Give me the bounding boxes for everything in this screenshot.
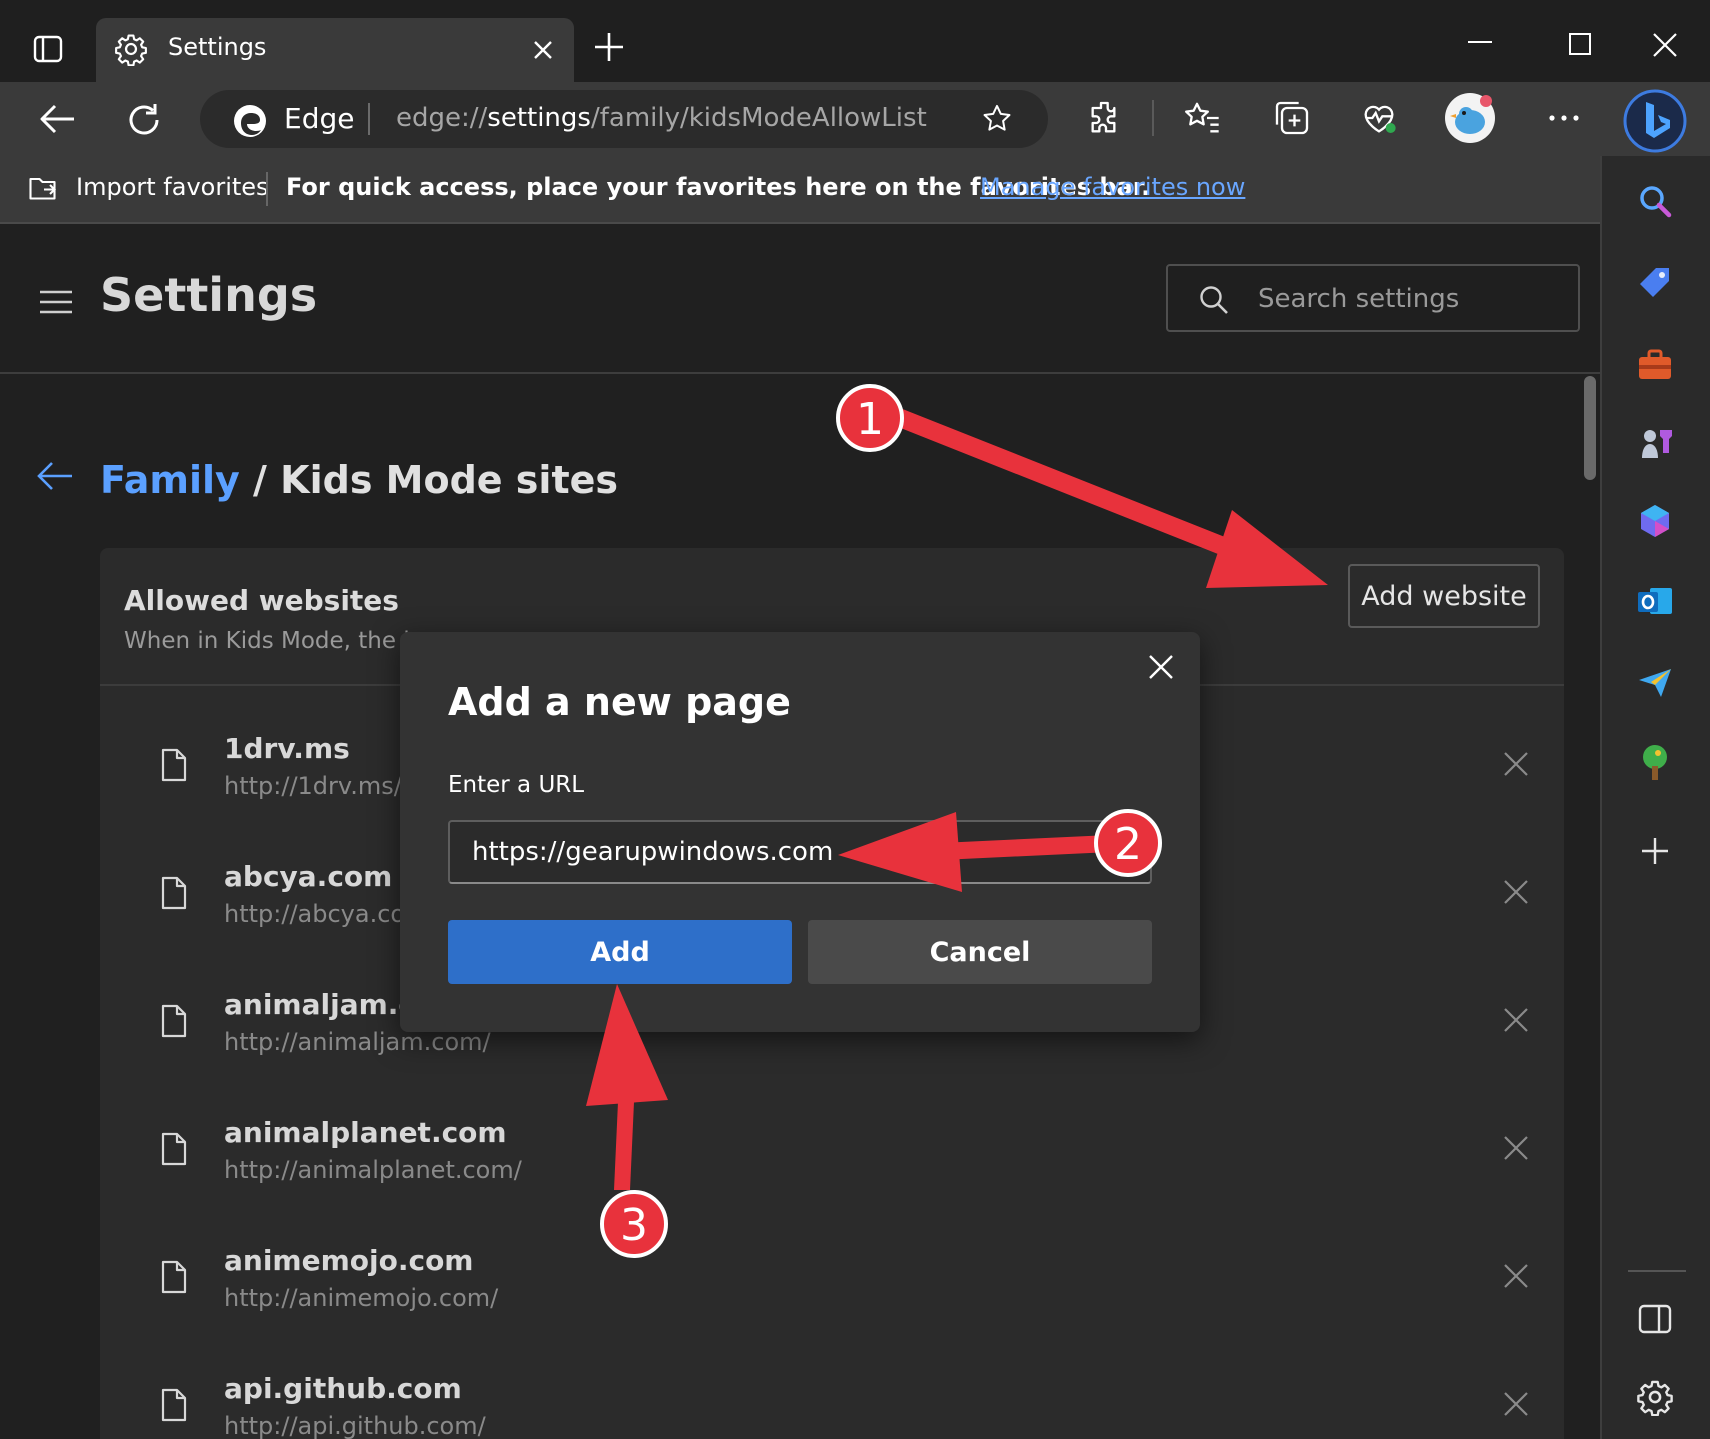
site-name: abcya.com bbox=[224, 860, 393, 893]
favorite-star-icon[interactable] bbox=[980, 102, 1014, 136]
search-icon[interactable] bbox=[1636, 182, 1674, 220]
annotation-step-1: 1 bbox=[836, 384, 904, 452]
hide-sidebar-icon[interactable] bbox=[1636, 1300, 1674, 1338]
outlook-icon[interactable] bbox=[1636, 582, 1674, 620]
settings-header: Settings Search settings bbox=[0, 224, 1600, 374]
remove-site-icon[interactable] bbox=[1502, 1134, 1530, 1162]
remove-site-icon[interactable] bbox=[1502, 1006, 1530, 1034]
file-icon bbox=[161, 876, 187, 910]
file-icon bbox=[161, 1388, 187, 1422]
maximize-icon[interactable] bbox=[1560, 30, 1596, 66]
site-row: animalplanet.com http://animalplanet.com/ bbox=[100, 1094, 1564, 1222]
scrollbar-thumb[interactable] bbox=[1584, 376, 1596, 480]
browser-essentials-icon[interactable] bbox=[1358, 98, 1400, 138]
allowed-websites-title: Allowed websites bbox=[124, 584, 399, 617]
breadcrumb-family-link[interactable]: Family bbox=[100, 458, 240, 502]
minimize-icon[interactable] bbox=[1462, 30, 1498, 66]
url-prefix: edge:// bbox=[396, 103, 488, 133]
gear-icon bbox=[115, 34, 147, 66]
remove-site-icon[interactable] bbox=[1502, 878, 1530, 906]
add-sidebar-app-icon[interactable] bbox=[1636, 832, 1674, 870]
toolbar-separator bbox=[1152, 100, 1154, 136]
annotation-arrow-1-shaft bbox=[873, 402, 1240, 558]
search-icon bbox=[1200, 286, 1228, 314]
site-name: animemojo.com bbox=[224, 1244, 474, 1277]
cancel-button[interactable]: Cancel bbox=[808, 920, 1152, 984]
file-icon bbox=[161, 1132, 187, 1166]
breadcrumb-current: Kids Mode sites bbox=[280, 458, 618, 502]
site-url: http://abcya.com bbox=[224, 900, 429, 928]
window-close-icon[interactable] bbox=[1646, 28, 1682, 64]
games-icon[interactable] bbox=[1636, 424, 1674, 462]
site-name: api.github.com bbox=[224, 1372, 462, 1405]
tab-strip: Settings bbox=[0, 0, 1710, 82]
site-row: api.github.com http://api.github.com/ bbox=[100, 1350, 1564, 1439]
bing-chat-icon[interactable] bbox=[1622, 88, 1688, 154]
sidebar-settings-icon[interactable] bbox=[1636, 1378, 1674, 1416]
url-field-label: Enter a URL bbox=[448, 772, 585, 798]
dialog-close-icon[interactable] bbox=[1146, 652, 1176, 682]
add-button[interactable]: Add bbox=[448, 920, 792, 984]
breadcrumb: Family / Kids Mode sites bbox=[100, 458, 618, 502]
dialog-title: Add a new page bbox=[448, 680, 791, 724]
remove-site-icon[interactable] bbox=[1502, 750, 1530, 778]
edge-logo-icon bbox=[234, 105, 266, 137]
tab-title: Settings bbox=[168, 33, 267, 61]
file-icon bbox=[161, 1004, 187, 1038]
back-arrow-icon[interactable] bbox=[36, 460, 74, 492]
site-name: 1drv.ms bbox=[224, 732, 350, 765]
search-settings-input[interactable]: Search settings bbox=[1166, 264, 1580, 332]
site-name: animalplanet.com bbox=[224, 1116, 507, 1149]
site-identity-label: Edge bbox=[284, 102, 355, 135]
site-row: animemojo.com http://animemojo.com/ bbox=[100, 1222, 1564, 1350]
breadcrumb-separator: / bbox=[253, 458, 267, 502]
browser-toolbar: Edge edge://settings/family/kidsModeAllo… bbox=[0, 82, 1710, 156]
url-path: /family/kidsModeAllowList bbox=[590, 103, 927, 133]
site-url: http://animemojo.com/ bbox=[224, 1284, 499, 1312]
file-icon bbox=[161, 1260, 187, 1294]
more-options-icon[interactable] bbox=[1544, 98, 1584, 138]
tab-actions-button[interactable] bbox=[22, 27, 74, 71]
site-url: http://api.github.com/ bbox=[224, 1412, 486, 1439]
address-bar[interactable]: Edge edge://settings/family/kidsModeAllo… bbox=[200, 90, 1048, 148]
site-url: http://animalplanet.com/ bbox=[224, 1156, 522, 1184]
file-icon bbox=[161, 748, 187, 782]
send-icon[interactable] bbox=[1636, 664, 1674, 702]
site-url: http://animaljam.com/ bbox=[224, 1028, 491, 1056]
manage-favorites-link[interactable]: Manage favorites now bbox=[980, 173, 1245, 201]
add-page-dialog: Add a new page Enter a URL Add Cancel bbox=[400, 632, 1200, 1032]
close-tab-icon[interactable] bbox=[530, 37, 556, 63]
tab-actions-icon bbox=[33, 35, 63, 63]
address-separator bbox=[368, 103, 370, 135]
annotation-step-1-label: 1 bbox=[856, 394, 884, 445]
favorites-icon[interactable] bbox=[1182, 98, 1222, 138]
search-placeholder: Search settings bbox=[1258, 284, 1460, 314]
add-website-button[interactable]: Add website bbox=[1348, 564, 1540, 628]
remove-site-icon[interactable] bbox=[1502, 1262, 1530, 1290]
extensions-icon[interactable] bbox=[1086, 98, 1126, 138]
tree-icon[interactable] bbox=[1636, 742, 1674, 782]
sidebar-divider bbox=[1628, 1270, 1686, 1272]
allowed-websites-description: When in Kids Mode, the b bbox=[124, 628, 418, 654]
copilot-icon[interactable] bbox=[1636, 502, 1674, 540]
tools-icon[interactable] bbox=[1636, 346, 1674, 384]
url-input[interactable] bbox=[448, 820, 1152, 884]
url-text[interactable]: edge://settings/family/kidsModeAllowList bbox=[396, 103, 927, 133]
collections-icon[interactable] bbox=[1272, 98, 1312, 138]
profile-avatar[interactable] bbox=[1444, 92, 1496, 144]
import-favorites-icon[interactable] bbox=[26, 170, 62, 206]
refresh-icon[interactable] bbox=[124, 100, 164, 140]
favorites-bar: Import favorites For quick access, place… bbox=[0, 156, 1600, 224]
page-title: Settings bbox=[100, 268, 318, 322]
new-tab-icon[interactable] bbox=[592, 30, 626, 64]
remove-site-icon[interactable] bbox=[1502, 1390, 1530, 1418]
site-url: http://1drv.ms/ bbox=[224, 772, 402, 800]
shopping-tag-icon[interactable] bbox=[1636, 264, 1674, 302]
favorites-separator bbox=[266, 172, 268, 206]
url-host: settings bbox=[487, 103, 591, 133]
menu-icon[interactable] bbox=[38, 288, 74, 316]
back-icon[interactable] bbox=[38, 102, 78, 136]
import-favorites-button[interactable]: Import favorites bbox=[76, 173, 269, 201]
tab-settings[interactable]: Settings bbox=[96, 18, 574, 82]
